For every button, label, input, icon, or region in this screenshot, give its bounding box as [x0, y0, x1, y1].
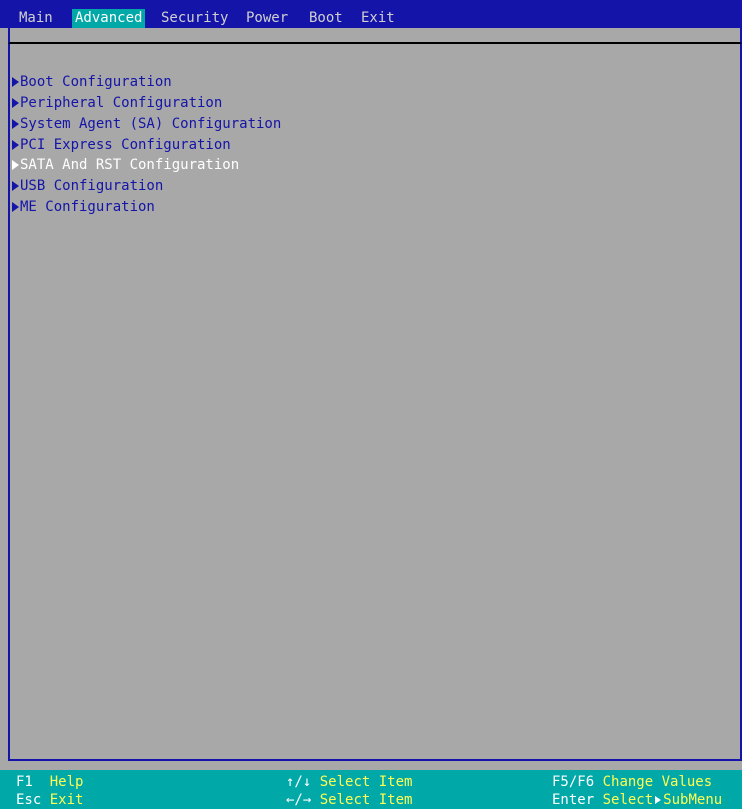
- tab-exit[interactable]: Exit: [358, 9, 398, 28]
- help-hint: F1 Help: [16, 773, 83, 791]
- tab-boot[interactable]: Boot: [306, 9, 346, 28]
- menu-item-me-configuration[interactable]: ME Configuration: [12, 197, 155, 217]
- tab-power[interactable]: Power: [243, 9, 291, 28]
- menu-item-label: Peripheral Configuration: [20, 95, 223, 111]
- tab-security[interactable]: Security: [158, 9, 231, 28]
- change-values-hint: F5/F6 Change Values: [552, 773, 712, 791]
- right-triangle-icon: [655, 796, 662, 804]
- menu-item-pci-express-configuration[interactable]: PCI Express Configuration: [12, 135, 231, 155]
- menu-item-boot-configuration[interactable]: Boot Configuration: [12, 72, 172, 92]
- key-description: Change Values: [602, 774, 713, 790]
- menu-item-label: PCI Express Configuration: [20, 137, 231, 153]
- key-label: F5/F6: [552, 774, 595, 790]
- leftright-hint: ←/→ Select Item: [286, 791, 412, 809]
- key-label: ←/→: [286, 792, 312, 808]
- menu-item-label: ME Configuration: [20, 199, 155, 215]
- menu-item-label: System Agent (SA) Configuration: [20, 116, 282, 132]
- tab-advanced[interactable]: Advanced: [72, 9, 146, 28]
- menu-item-usb-configuration[interactable]: USB Configuration: [12, 176, 163, 196]
- menu-item-peripheral-configuration[interactable]: Peripheral Configuration: [12, 93, 222, 113]
- updown-hint: ↑/↓ Select Item: [286, 773, 412, 791]
- enter-hint: Enter Select SubMenu: [552, 791, 722, 809]
- menu-item-sata-rst-configuration[interactable]: SATA And RST Configuration: [12, 155, 239, 175]
- help-footer: F1 Help Esc Exit ↑/↓ Select Item ←/→ Sel…: [0, 770, 742, 809]
- right-triangle-icon: [12, 77, 19, 87]
- right-triangle-icon: [12, 140, 19, 150]
- menu-bar: Main Advanced Security Power Boot Exit: [0, 0, 742, 28]
- key-description: Select Item: [319, 792, 413, 808]
- right-triangle-icon: [12, 98, 19, 108]
- tab-main[interactable]: Main: [16, 9, 56, 28]
- key-description: Select Item: [319, 774, 413, 790]
- right-triangle-icon: [12, 202, 19, 212]
- menu-item-label: SATA And RST Configuration: [20, 157, 240, 173]
- menu-item-label: Boot Configuration: [20, 74, 172, 90]
- key-description: Select: [602, 792, 654, 808]
- key-label: F1: [16, 774, 33, 790]
- menu-item-system-agent-configuration[interactable]: System Agent (SA) Configuration: [12, 114, 281, 134]
- panel-divider: [8, 28, 742, 44]
- right-triangle-icon: [12, 160, 19, 170]
- exit-hint: Esc Exit: [16, 791, 83, 809]
- key-description: Exit: [49, 792, 84, 808]
- key-label: ↑/↓: [286, 774, 312, 790]
- key-description: SubMenu: [663, 792, 723, 808]
- right-triangle-icon: [12, 119, 19, 129]
- key-label: Esc: [16, 792, 42, 808]
- key-label: Enter: [552, 792, 595, 808]
- key-description: Help: [49, 774, 84, 790]
- menu-item-label: USB Configuration: [20, 178, 164, 194]
- right-triangle-icon: [12, 181, 19, 191]
